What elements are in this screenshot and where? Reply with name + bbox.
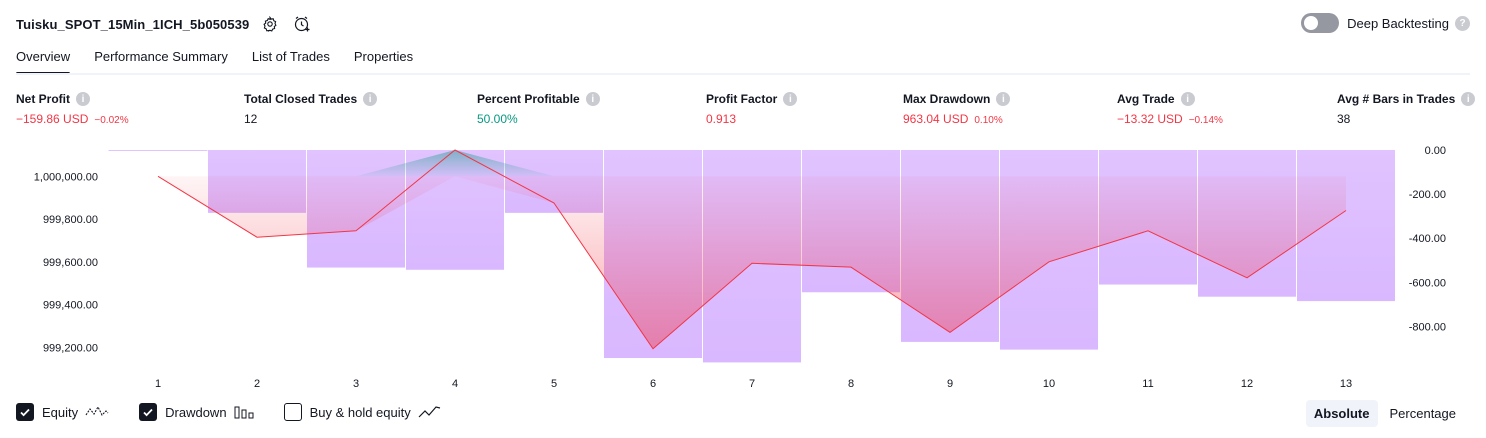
info-icon[interactable]: i bbox=[363, 92, 378, 106]
check-icon bbox=[139, 403, 158, 421]
tab-performance-summary[interactable]: Performance Summary bbox=[94, 44, 228, 74]
alert-add-icon[interactable] bbox=[291, 13, 313, 35]
stat-value: −159.86 USD bbox=[16, 112, 89, 126]
x-tick-label: 2 bbox=[254, 378, 260, 390]
checkbox-label: Equity bbox=[42, 404, 79, 420]
right-tick-label: -800.00 bbox=[1409, 321, 1446, 333]
drawdown-bars-icon bbox=[234, 405, 254, 419]
x-tick-label: 5 bbox=[551, 378, 557, 390]
x-tick-label: 1 bbox=[155, 378, 161, 390]
x-tick-label: 13 bbox=[1340, 378, 1352, 390]
stat-label: Percent Profitable bbox=[477, 92, 580, 106]
stat-percent: 0.10% bbox=[974, 115, 1003, 126]
tab-divider bbox=[16, 73, 1470, 75]
stat-avg-trade: Avg Trade i −13.32 USD −0.14% bbox=[1117, 92, 1223, 126]
left-axis: 1,000,000.00 999,800.00 999,600.00 999,400.… bbox=[34, 171, 98, 354]
stat-value: 963.04 USD bbox=[903, 112, 969, 126]
x-axis: 1 2 3 4 5 6 7 8 9 10 11 12 13 bbox=[155, 378, 1352, 390]
left-tick-label: 999,600.00 bbox=[43, 257, 98, 269]
stat-label: Profit Factor bbox=[706, 92, 778, 106]
drawdown-checkbox[interactable]: Drawdown bbox=[139, 403, 254, 421]
check-icon bbox=[16, 403, 34, 421]
stat-value: 12 bbox=[244, 112, 258, 126]
checkbox-label: Buy & hold equity bbox=[309, 404, 411, 420]
toggle-knob bbox=[1304, 16, 1319, 30]
equity-line-icon bbox=[85, 405, 109, 419]
deep-backtesting: Deep Backtesting ? bbox=[1301, 13, 1470, 33]
equity-chart[interactable]: 1,000,000.00 999,800.00 999,600.00 999,400.… bbox=[0, 140, 1486, 395]
stat-value: 0.913 bbox=[706, 112, 737, 126]
stat-value: −13.32 USD bbox=[1117, 112, 1183, 126]
tab-bar: Overview Performance Summary List of Tra… bbox=[16, 44, 437, 75]
info-icon[interactable]: i bbox=[996, 92, 1011, 106]
strategy-title: Tuisku_SPOT_15Min_1ICH_5b050539 bbox=[16, 16, 250, 32]
stat-label: Max Drawdown bbox=[903, 92, 991, 106]
stat-percent: −0.14% bbox=[1188, 115, 1223, 126]
checkbox-label: Drawdown bbox=[165, 404, 227, 420]
tab-properties[interactable]: Properties bbox=[354, 44, 413, 74]
left-tick-label: 999,200.00 bbox=[43, 342, 98, 354]
stat-label: Avg Trade bbox=[1117, 92, 1175, 106]
stat-label: Total Closed Trades bbox=[244, 92, 358, 106]
stat-net-profit: Net Profit i −159.86 USD −0.02% bbox=[16, 92, 129, 126]
stat-avg-bars: Avg # Bars in Trades i 38 bbox=[1337, 92, 1476, 126]
info-icon[interactable]: i bbox=[1461, 92, 1476, 106]
stat-value: 38 bbox=[1337, 112, 1351, 126]
info-icon[interactable]: i bbox=[76, 92, 90, 106]
checkbox-empty bbox=[283, 403, 302, 421]
x-tick-label: 12 bbox=[1241, 378, 1253, 390]
stat-max-drawdown: Max Drawdown i 963.04 USD 0.10% bbox=[903, 92, 1011, 126]
strategy-header: Tuisku_SPOT_15Min_1ICH_5b050539 bbox=[16, 12, 313, 36]
tab-list-of-trades[interactable]: List of Trades bbox=[252, 44, 330, 74]
x-tick-label: 7 bbox=[749, 378, 755, 390]
deep-backtesting-toggle[interactable] bbox=[1301, 13, 1340, 33]
right-tick-label: -200.00 bbox=[1409, 189, 1446, 201]
buy-hold-checkbox[interactable]: Buy & hold equity bbox=[283, 403, 442, 421]
x-tick-label: 3 bbox=[353, 378, 359, 390]
buy-hold-line-icon bbox=[418, 405, 442, 419]
x-tick-label: 9 bbox=[947, 378, 953, 390]
scale-mode-switch: Absolute Percentage bbox=[1302, 400, 1464, 427]
info-icon[interactable]: i bbox=[1180, 92, 1195, 106]
settings-icon[interactable] bbox=[259, 13, 281, 35]
help-icon[interactable]: ? bbox=[1455, 15, 1470, 31]
absolute-button[interactable]: Absolute bbox=[1305, 400, 1378, 427]
stat-profit-factor: Profit Factor i 0.913 bbox=[706, 92, 798, 126]
stat-percent-profitable: Percent Profitable i 50.00% bbox=[477, 92, 600, 126]
percentage-button[interactable]: Percentage bbox=[1382, 400, 1465, 427]
x-tick-label: 6 bbox=[650, 378, 656, 390]
stats-row: Net Profit i −159.86 USD −0.02% Total Clos… bbox=[0, 92, 1486, 132]
deep-backtesting-label: Deep Backtesting bbox=[1347, 15, 1449, 31]
right-tick-label: -600.00 bbox=[1409, 277, 1446, 289]
left-tick-label: 999,800.00 bbox=[43, 214, 98, 226]
stat-percent: −0.02% bbox=[94, 115, 129, 126]
stat-label: Net Profit bbox=[16, 92, 70, 106]
info-icon[interactable]: i bbox=[585, 92, 600, 106]
x-tick-label: 4 bbox=[452, 378, 458, 390]
tab-overview[interactable]: Overview bbox=[16, 44, 71, 75]
chart-legend: Equity Drawdown Buy & hold equity bbox=[16, 403, 472, 421]
x-tick-label: 11 bbox=[1142, 378, 1153, 390]
x-tick-label: 8 bbox=[848, 378, 854, 390]
right-tick-label: -400.00 bbox=[1409, 233, 1446, 245]
left-tick-label: 1,000,000.00 bbox=[34, 171, 98, 183]
left-tick-label: 999,400.00 bbox=[43, 300, 98, 312]
info-icon[interactable]: i bbox=[783, 92, 798, 106]
x-tick-label: 10 bbox=[1043, 378, 1055, 390]
stat-value: 50.00% bbox=[477, 112, 518, 126]
right-axis: 0.00 -200.00 -400.00 -600.00 -800.00 bbox=[1409, 145, 1446, 333]
equity-checkbox[interactable]: Equity bbox=[16, 403, 109, 421]
stat-total-closed-trades: Total Closed Trades i 12 bbox=[244, 92, 378, 126]
stat-label: Avg # Bars in Trades bbox=[1337, 92, 1456, 106]
right-tick-label: 0.00 bbox=[1425, 145, 1446, 157]
